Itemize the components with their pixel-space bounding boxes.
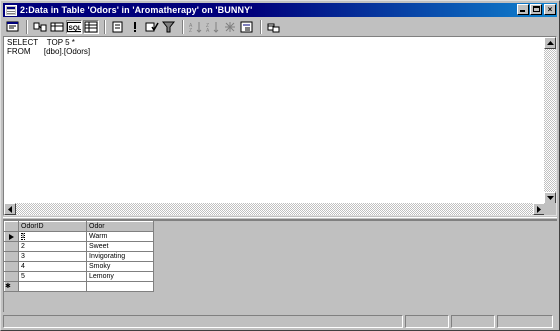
table-window-icon[interactable] bbox=[5, 4, 17, 16]
status-panel bbox=[497, 315, 553, 328]
column-header-odor[interactable]: Odor bbox=[86, 221, 154, 232]
close-button[interactable]: × bbox=[544, 4, 556, 15]
show-grid-pane-icon bbox=[50, 22, 64, 31]
sql-horizontal-scrollbar[interactable] bbox=[4, 203, 545, 215]
window-controls: × bbox=[516, 4, 556, 15]
results-pane-button[interactable] bbox=[83, 19, 99, 34]
svg-text:Z: Z bbox=[189, 28, 192, 33]
cell-odor[interactable]: Invigorating bbox=[86, 251, 154, 262]
query-toolbar: SQL AZ ZA bbox=[3, 18, 557, 35]
cell-value: 1 bbox=[21, 233, 25, 240]
cell-odorid[interactable]: 5 bbox=[18, 271, 87, 282]
query-type-button[interactable] bbox=[110, 20, 126, 34]
auto-filter-button[interactable] bbox=[222, 20, 238, 34]
status-panel-main bbox=[3, 315, 403, 328]
close-icon: × bbox=[547, 5, 553, 14]
scroll-up-button[interactable] bbox=[544, 37, 556, 49]
toolbar-separator bbox=[104, 19, 106, 34]
row-selector[interactable] bbox=[4, 261, 19, 272]
properties-icon bbox=[6, 21, 19, 31]
table-row[interactable]: 3 Invigorating bbox=[4, 251, 154, 262]
cell-odorid[interactable]: 4 bbox=[18, 261, 87, 272]
window-title: 2:Data in Table 'Odors' in 'Aromatherapy… bbox=[20, 5, 253, 15]
cell-odorid[interactable]: 3 bbox=[18, 251, 87, 262]
scroll-left-button[interactable] bbox=[4, 203, 16, 215]
toolbar-separator bbox=[260, 19, 262, 34]
add-table-button[interactable] bbox=[266, 20, 282, 34]
verify-sql-button[interactable] bbox=[144, 20, 160, 34]
cell-odor[interactable]: Smoky bbox=[86, 261, 154, 272]
sql-vertical-scrollbar[interactable] bbox=[544, 37, 556, 204]
toolbar-separator bbox=[182, 19, 184, 34]
status-panel bbox=[451, 315, 495, 328]
current-row-arrow-icon bbox=[9, 233, 14, 240]
status-panel bbox=[405, 315, 449, 328]
run-icon bbox=[134, 21, 136, 32]
show-results-pane-icon bbox=[84, 21, 98, 32]
grid-header-row: OdorID Odor bbox=[4, 221, 154, 232]
group-by-button[interactable] bbox=[239, 20, 255, 34]
sort-ascending-button[interactable]: AZ bbox=[188, 20, 204, 34]
diagram-pane-button[interactable] bbox=[32, 20, 48, 34]
sort-ascending-icon: AZ bbox=[189, 21, 202, 33]
status-bar bbox=[3, 315, 557, 329]
column-header-odorid[interactable]: OdorID bbox=[18, 221, 87, 232]
table-row[interactable]: 2 Sweet bbox=[4, 241, 154, 252]
cell-odor[interactable]: Sweet bbox=[86, 241, 154, 252]
show-diagram-pane-icon bbox=[33, 22, 47, 31]
toolbar-separator bbox=[26, 19, 28, 34]
arrow-up-icon bbox=[546, 41, 554, 45]
minimize-icon bbox=[520, 10, 525, 12]
verify-sql-icon bbox=[145, 22, 159, 31]
table-row[interactable]: 4 Smoky bbox=[4, 261, 154, 272]
new-row-icon[interactable]: ✱ bbox=[4, 281, 19, 292]
results-grid-pane[interactable]: OdorID Odor 1 Warm 2 Sweet 3 Invigoratin… bbox=[3, 220, 557, 312]
group-by-icon bbox=[240, 21, 253, 32]
cell-odorid[interactable]: 1 bbox=[18, 231, 87, 242]
sql-editor[interactable]: SELECT TOP 5 * FROM [dbo].[Odors] bbox=[7, 38, 90, 56]
maximize-icon bbox=[533, 6, 540, 12]
arrow-left-icon bbox=[8, 205, 12, 213]
row-selector[interactable] bbox=[4, 251, 19, 262]
add-table-icon bbox=[267, 23, 280, 32]
sort-descending-icon: ZA bbox=[206, 21, 219, 33]
row-selector[interactable] bbox=[4, 271, 19, 282]
query-window: 2:Data in Table 'Odors' in 'Aromatherapy… bbox=[0, 0, 560, 331]
table-row[interactable]: 5 Lemony bbox=[4, 271, 154, 282]
remove-filter-icon bbox=[162, 21, 176, 32]
scrollbar-corner bbox=[544, 203, 556, 215]
cell-odor[interactable]: Warm bbox=[86, 231, 154, 242]
row-selector-header[interactable] bbox=[4, 221, 19, 232]
title-bar[interactable]: 2:Data in Table 'Odors' in 'Aromatherapy… bbox=[3, 3, 557, 17]
grid-pane-button[interactable] bbox=[49, 20, 65, 34]
change-query-type-icon bbox=[112, 21, 123, 32]
maximize-button[interactable] bbox=[530, 4, 542, 15]
remove-filter-button[interactable] bbox=[161, 20, 177, 34]
show-sql-pane-icon: SQL bbox=[67, 21, 82, 32]
results-grid: OdorID Odor 1 Warm 2 Sweet 3 Invigoratin… bbox=[4, 221, 154, 292]
sql-pane-button[interactable]: SQL bbox=[66, 19, 82, 34]
sort-descending-button[interactable]: ZA bbox=[205, 20, 221, 34]
sql-pane[interactable]: SELECT TOP 5 * FROM [dbo].[Odors] bbox=[3, 36, 557, 216]
row-selector[interactable] bbox=[4, 231, 19, 242]
arrow-down-icon bbox=[546, 196, 554, 200]
minimize-button[interactable] bbox=[517, 4, 529, 15]
svg-text:SQL: SQL bbox=[69, 25, 82, 32]
table-row[interactable]: 1 Warm bbox=[4, 231, 154, 242]
cell-odor[interactable]: Lemony bbox=[86, 271, 154, 282]
properties-button[interactable] bbox=[5, 20, 21, 34]
svg-text:A: A bbox=[206, 28, 210, 33]
cell-odor[interactable] bbox=[86, 281, 154, 292]
cell-odorid[interactable] bbox=[18, 281, 87, 292]
arrow-right-icon bbox=[537, 205, 541, 213]
run-button[interactable] bbox=[127, 20, 143, 34]
cell-odorid[interactable]: 2 bbox=[18, 241, 87, 252]
auto-filter-icon bbox=[225, 21, 235, 32]
new-row[interactable]: ✱ bbox=[4, 281, 154, 292]
row-selector[interactable] bbox=[4, 241, 19, 252]
